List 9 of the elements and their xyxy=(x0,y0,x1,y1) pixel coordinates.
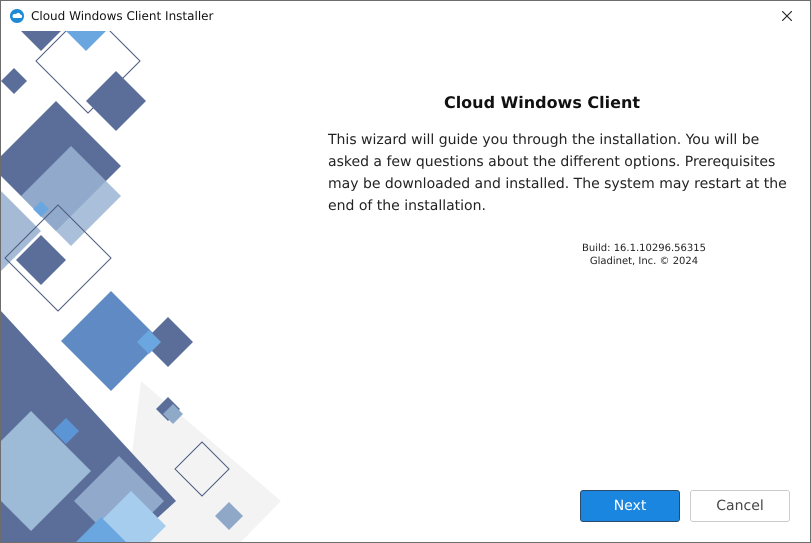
build-number: Build: 16.1.10296.56315 xyxy=(582,243,706,254)
cancel-button[interactable]: Cancel xyxy=(690,490,790,522)
close-icon[interactable] xyxy=(782,11,792,21)
next-button[interactable]: Next xyxy=(580,490,680,522)
cloud-logo-icon xyxy=(10,9,24,23)
window-title: Cloud Windows Client Installer xyxy=(31,9,214,23)
copyright-text: Gladinet, Inc. © 2024 xyxy=(590,256,698,267)
wizard-description: This wizard will guide you through the installation. You will be asked a few questions about the different options. Prerequisites may be downloaded and installed. The system may restart at the end of the installation. xyxy=(328,131,788,216)
wizard-heading: Cloud Windows Client xyxy=(442,93,642,112)
